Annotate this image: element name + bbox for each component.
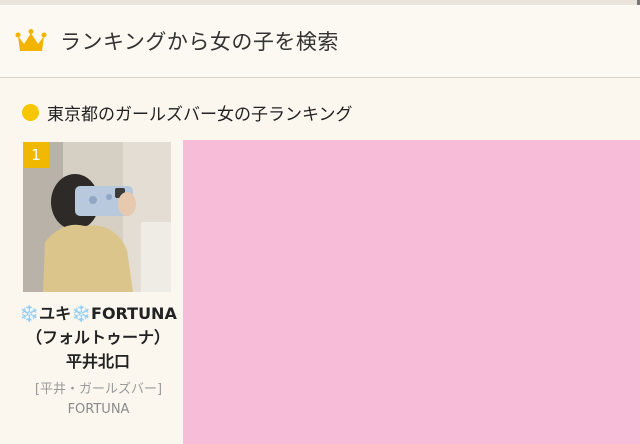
header-title: ランキングから女の子を検索	[60, 30, 339, 54]
girl-name-part1: ユキ	[39, 304, 72, 323]
snowflake-icon: ❄️	[19, 304, 40, 323]
girl-shop[interactable]: FORTUNA	[15, 402, 182, 417]
section-title: 東京都のガールズバー女の子ランキング	[47, 104, 353, 125]
crown-icon	[15, 29, 47, 51]
yellow-dot-icon	[22, 103, 39, 121]
girl-area: [平井・ガールズバー]	[34, 382, 163, 397]
ranking-search-header[interactable]: ランキングから女の子を検索	[0, 5, 640, 78]
ranking-pink-panel	[183, 140, 640, 444]
section-title-row: 東京都のガールズバー女の子ランキング	[0, 94, 640, 130]
rank-badge: 1	[23, 142, 49, 168]
ranking-card-1[interactable]: 1 ❄️ユキ❄️FORTUNA（フォルトゥーナ）平井北口 [平井・ガールズバー]…	[15, 140, 182, 444]
girl-name[interactable]: ❄️ユキ❄️FORTUNA（フォルトゥーナ）平井北口	[19, 302, 177, 374]
snowflake-icon: ❄️	[71, 304, 92, 323]
